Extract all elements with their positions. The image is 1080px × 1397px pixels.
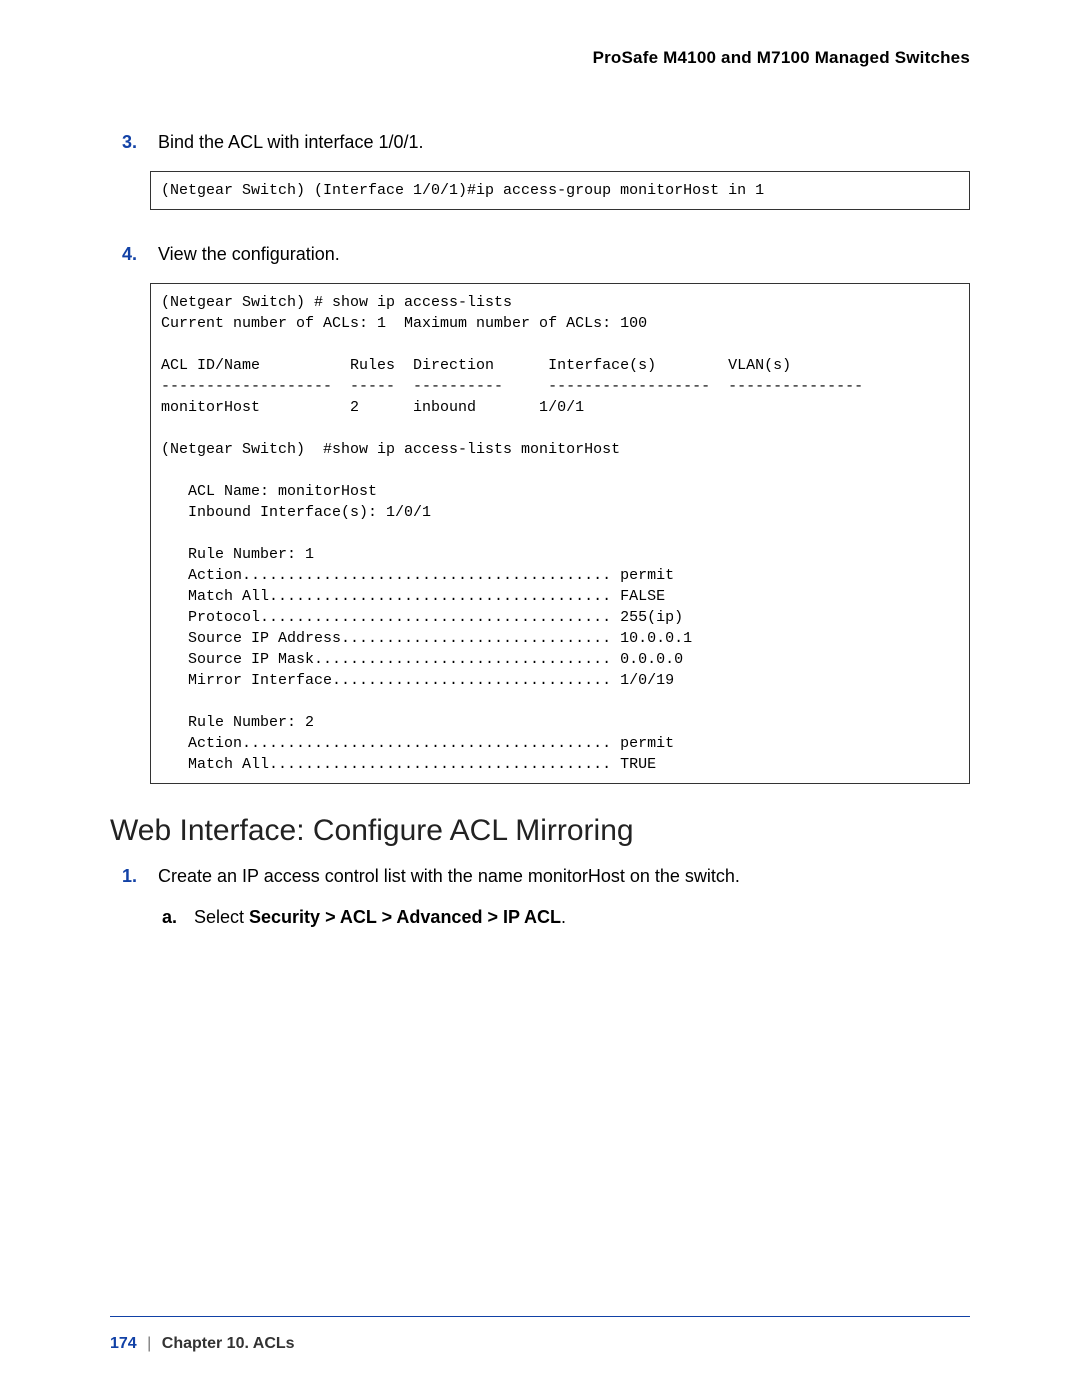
substep-number: a. xyxy=(162,907,188,928)
step-text: Create an IP access control list with th… xyxy=(158,866,740,887)
section-step-1: 1. Create an IP access control list with… xyxy=(110,866,970,887)
step-text: View the configuration. xyxy=(158,244,340,265)
step-number: 3. xyxy=(122,132,150,153)
substep-text: Select Security > ACL > Advanced > IP AC… xyxy=(194,907,566,928)
step-number: 4. xyxy=(122,244,150,265)
step-number: 1. xyxy=(122,866,150,887)
page-footer: 174 | Chapter 10. ACLs xyxy=(110,1316,970,1353)
step-3: 3. Bind the ACL with interface 1/0/1. xyxy=(110,132,970,153)
step-text: Bind the ACL with interface 1/0/1. xyxy=(158,132,424,153)
step-4: 4. View the configuration. xyxy=(110,244,970,265)
chapter-label: Chapter 10. ACLs xyxy=(162,1335,295,1352)
footer-separator: | xyxy=(147,1335,151,1352)
substep-prefix: Select xyxy=(194,907,249,927)
page-number: 174 xyxy=(110,1335,137,1352)
substep-a: a. Select Security > ACL > Advanced > IP… xyxy=(162,907,970,928)
code-block-bind-acl: (Netgear Switch) (Interface 1/0/1)#ip ac… xyxy=(150,171,970,210)
code-block-show-acl: (Netgear Switch) # show ip access-lists … xyxy=(150,283,970,784)
section-heading: Web Interface: Configure ACL Mirroring xyxy=(110,814,970,848)
menu-path: Security > ACL > Advanced > IP ACL xyxy=(249,907,561,927)
document-header: ProSafe M4100 and M7100 Managed Switches xyxy=(110,48,970,68)
substep-suffix: . xyxy=(561,907,566,927)
